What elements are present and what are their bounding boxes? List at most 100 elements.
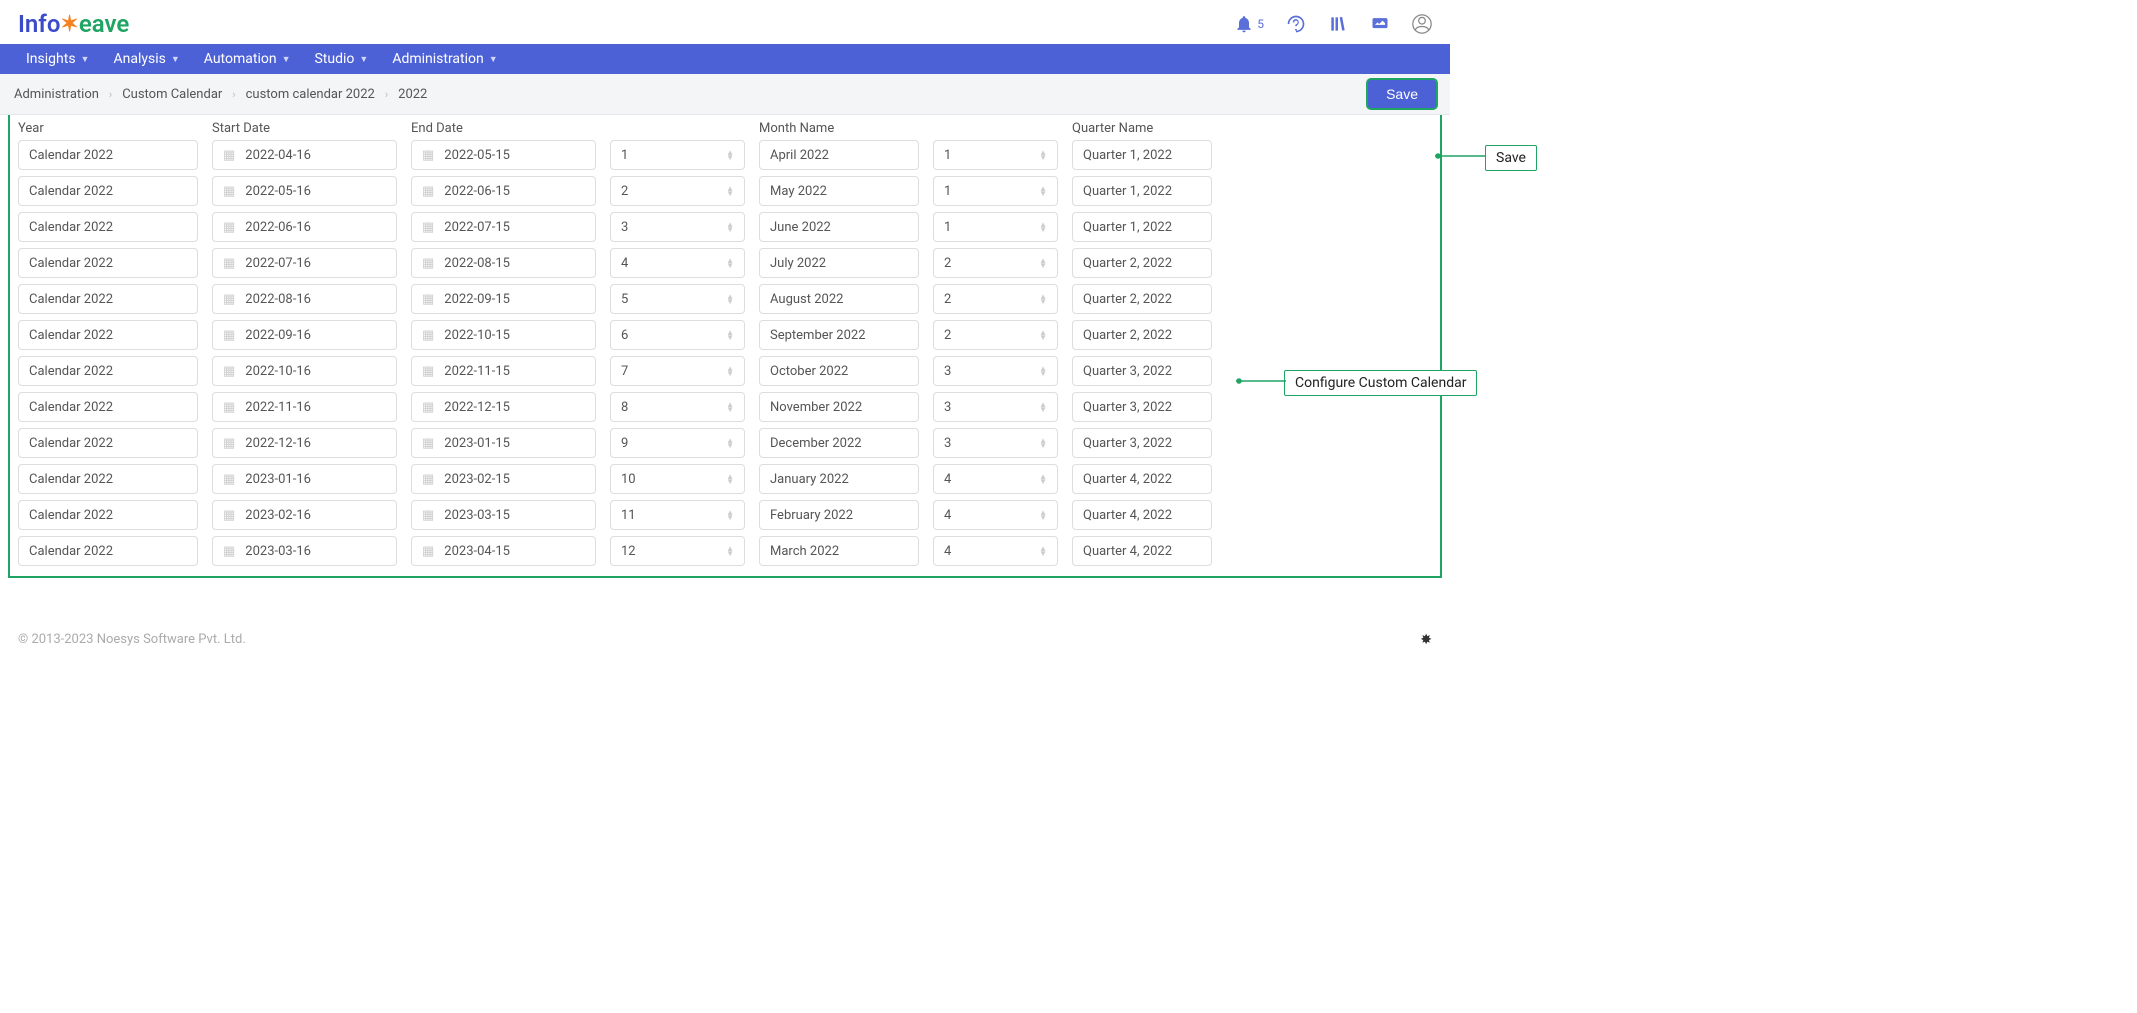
stepper-icon[interactable]: ▲▼ — [1039, 258, 1047, 268]
quarter-name-input[interactable]: Quarter 1, 2022 — [1072, 176, 1212, 206]
nav-administration[interactable]: Administration▼ — [380, 45, 509, 73]
stepper-icon[interactable]: ▲▼ — [726, 510, 734, 520]
quarter-number-input[interactable]: 2▲▼ — [933, 248, 1058, 278]
stepper-icon[interactable]: ▲▼ — [726, 150, 734, 160]
month-number-input[interactable]: 7▲▼ — [610, 356, 745, 386]
year-input[interactable]: Calendar 2022 — [18, 428, 198, 458]
month-name-input[interactable]: November 2022 — [759, 392, 919, 422]
quarter-number-input[interactable]: 4▲▼ — [933, 464, 1058, 494]
month-name-input[interactable]: December 2022 — [759, 428, 919, 458]
quarter-number-input[interactable]: 1▲▼ — [933, 140, 1058, 170]
start-date-input[interactable]: ▦2023-01-16 — [212, 464, 397, 494]
month-name-input[interactable]: October 2022 — [759, 356, 919, 386]
start-date-input[interactable]: ▦2022-08-16 — [212, 284, 397, 314]
nav-automation[interactable]: Automation▼ — [192, 45, 303, 73]
quarter-number-input[interactable]: 1▲▼ — [933, 176, 1058, 206]
end-date-input[interactable]: ▦2022-11-15 — [411, 356, 596, 386]
end-date-input[interactable]: ▦2023-04-15 — [411, 536, 596, 566]
year-input[interactable]: Calendar 2022 — [18, 536, 198, 566]
start-date-input[interactable]: ▦2023-03-16 — [212, 536, 397, 566]
quarter-name-input[interactable]: Quarter 3, 2022 — [1072, 356, 1212, 386]
year-input[interactable]: Calendar 2022 — [18, 176, 198, 206]
end-date-input[interactable]: ▦2022-05-15 — [411, 140, 596, 170]
start-date-input[interactable]: ▦2022-10-16 — [212, 356, 397, 386]
month-number-input[interactable]: 1▲▼ — [610, 140, 745, 170]
quarter-number-input[interactable]: 2▲▼ — [933, 284, 1058, 314]
quarter-name-input[interactable]: Quarter 4, 2022 — [1072, 500, 1212, 530]
stepper-icon[interactable]: ▲▼ — [1039, 150, 1047, 160]
quarter-number-input[interactable]: 3▲▼ — [933, 356, 1058, 386]
stepper-icon[interactable]: ▲▼ — [1039, 222, 1047, 232]
quarter-name-input[interactable]: Quarter 3, 2022 — [1072, 392, 1212, 422]
month-name-input[interactable]: August 2022 — [759, 284, 919, 314]
nav-studio[interactable]: Studio▼ — [302, 45, 380, 73]
nav-analysis[interactable]: Analysis▼ — [101, 45, 191, 73]
month-name-input[interactable]: September 2022 — [759, 320, 919, 350]
end-date-input[interactable]: ▦2022-08-15 — [411, 248, 596, 278]
month-number-input[interactable]: 6▲▼ — [610, 320, 745, 350]
quarter-number-input[interactable]: 4▲▼ — [933, 500, 1058, 530]
end-date-input[interactable]: ▦2023-02-15 — [411, 464, 596, 494]
start-date-input[interactable]: ▦2022-07-16 — [212, 248, 397, 278]
month-number-input[interactable]: 4▲▼ — [610, 248, 745, 278]
quarter-name-input[interactable]: Quarter 2, 2022 — [1072, 284, 1212, 314]
quarter-number-input[interactable]: 1▲▼ — [933, 212, 1058, 242]
month-number-input[interactable]: 8▲▼ — [610, 392, 745, 422]
quarter-name-input[interactable]: Quarter 1, 2022 — [1072, 140, 1212, 170]
month-number-input[interactable]: 11▲▼ — [610, 500, 745, 530]
stepper-icon[interactable]: ▲▼ — [726, 294, 734, 304]
quarter-name-input[interactable]: Quarter 3, 2022 — [1072, 428, 1212, 458]
month-number-input[interactable]: 9▲▼ — [610, 428, 745, 458]
month-name-input[interactable]: February 2022 — [759, 500, 919, 530]
quarter-number-input[interactable]: 3▲▼ — [933, 392, 1058, 422]
month-name-input[interactable]: June 2022 — [759, 212, 919, 242]
month-name-input[interactable]: April 2022 — [759, 140, 919, 170]
stepper-icon[interactable]: ▲▼ — [1039, 546, 1047, 556]
stepper-icon[interactable]: ▲▼ — [726, 474, 734, 484]
end-date-input[interactable]: ▦2023-01-15 — [411, 428, 596, 458]
start-date-input[interactable]: ▦2022-12-16 — [212, 428, 397, 458]
start-date-input[interactable]: ▦2022-05-16 — [212, 176, 397, 206]
stepper-icon[interactable]: ▲▼ — [1039, 510, 1047, 520]
quarter-name-input[interactable]: Quarter 1, 2022 — [1072, 212, 1212, 242]
crumb-custom-calendar[interactable]: Custom Calendar — [122, 87, 222, 102]
stepper-icon[interactable]: ▲▼ — [726, 330, 734, 340]
year-input[interactable]: Calendar 2022 — [18, 500, 198, 530]
end-date-input[interactable]: ▦2022-07-15 — [411, 212, 596, 242]
stepper-icon[interactable]: ▲▼ — [1039, 366, 1047, 376]
stepper-icon[interactable]: ▲▼ — [726, 438, 734, 448]
start-date-input[interactable]: ▦2022-06-16 — [212, 212, 397, 242]
quarter-name-input[interactable]: Quarter 2, 2022 — [1072, 320, 1212, 350]
month-name-input[interactable]: January 2022 — [759, 464, 919, 494]
month-name-input[interactable]: March 2022 — [759, 536, 919, 566]
quarter-name-input[interactable]: Quarter 4, 2022 — [1072, 536, 1212, 566]
crumb-administration[interactable]: Administration — [14, 87, 99, 102]
notifications-icon[interactable]: 5 — [1234, 14, 1264, 34]
stepper-icon[interactable]: ▲▼ — [1039, 330, 1047, 340]
stepper-icon[interactable]: ▲▼ — [726, 546, 734, 556]
end-date-input[interactable]: ▦2022-06-15 — [411, 176, 596, 206]
stepper-icon[interactable]: ▲▼ — [726, 366, 734, 376]
stepper-icon[interactable]: ▲▼ — [1039, 294, 1047, 304]
month-number-input[interactable]: 10▲▼ — [610, 464, 745, 494]
stepper-icon[interactable]: ▲▼ — [726, 258, 734, 268]
year-input[interactable]: Calendar 2022 — [18, 356, 198, 386]
save-button[interactable]: Save — [1368, 80, 1436, 108]
stepper-icon[interactable]: ▲▼ — [726, 222, 734, 232]
start-date-input[interactable]: ▦2022-04-16 — [212, 140, 397, 170]
month-number-input[interactable]: 2▲▼ — [610, 176, 745, 206]
bug-icon[interactable]: ✸ — [1420, 632, 1432, 648]
stepper-icon[interactable]: ▲▼ — [726, 402, 734, 412]
year-input[interactable]: Calendar 2022 — [18, 140, 198, 170]
end-date-input[interactable]: ▦2022-09-15 — [411, 284, 596, 314]
end-date-input[interactable]: ▦2022-12-15 — [411, 392, 596, 422]
start-date-input[interactable]: ▦2022-11-16 — [212, 392, 397, 422]
quarter-number-input[interactable]: 4▲▼ — [933, 536, 1058, 566]
start-date-input[interactable]: ▦2023-02-16 — [212, 500, 397, 530]
profile-icon[interactable] — [1412, 14, 1432, 34]
quarter-number-input[interactable]: 2▲▼ — [933, 320, 1058, 350]
year-input[interactable]: Calendar 2022 — [18, 284, 198, 314]
month-number-input[interactable]: 5▲▼ — [610, 284, 745, 314]
stepper-icon[interactable]: ▲▼ — [1039, 438, 1047, 448]
stepper-icon[interactable]: ▲▼ — [1039, 186, 1047, 196]
